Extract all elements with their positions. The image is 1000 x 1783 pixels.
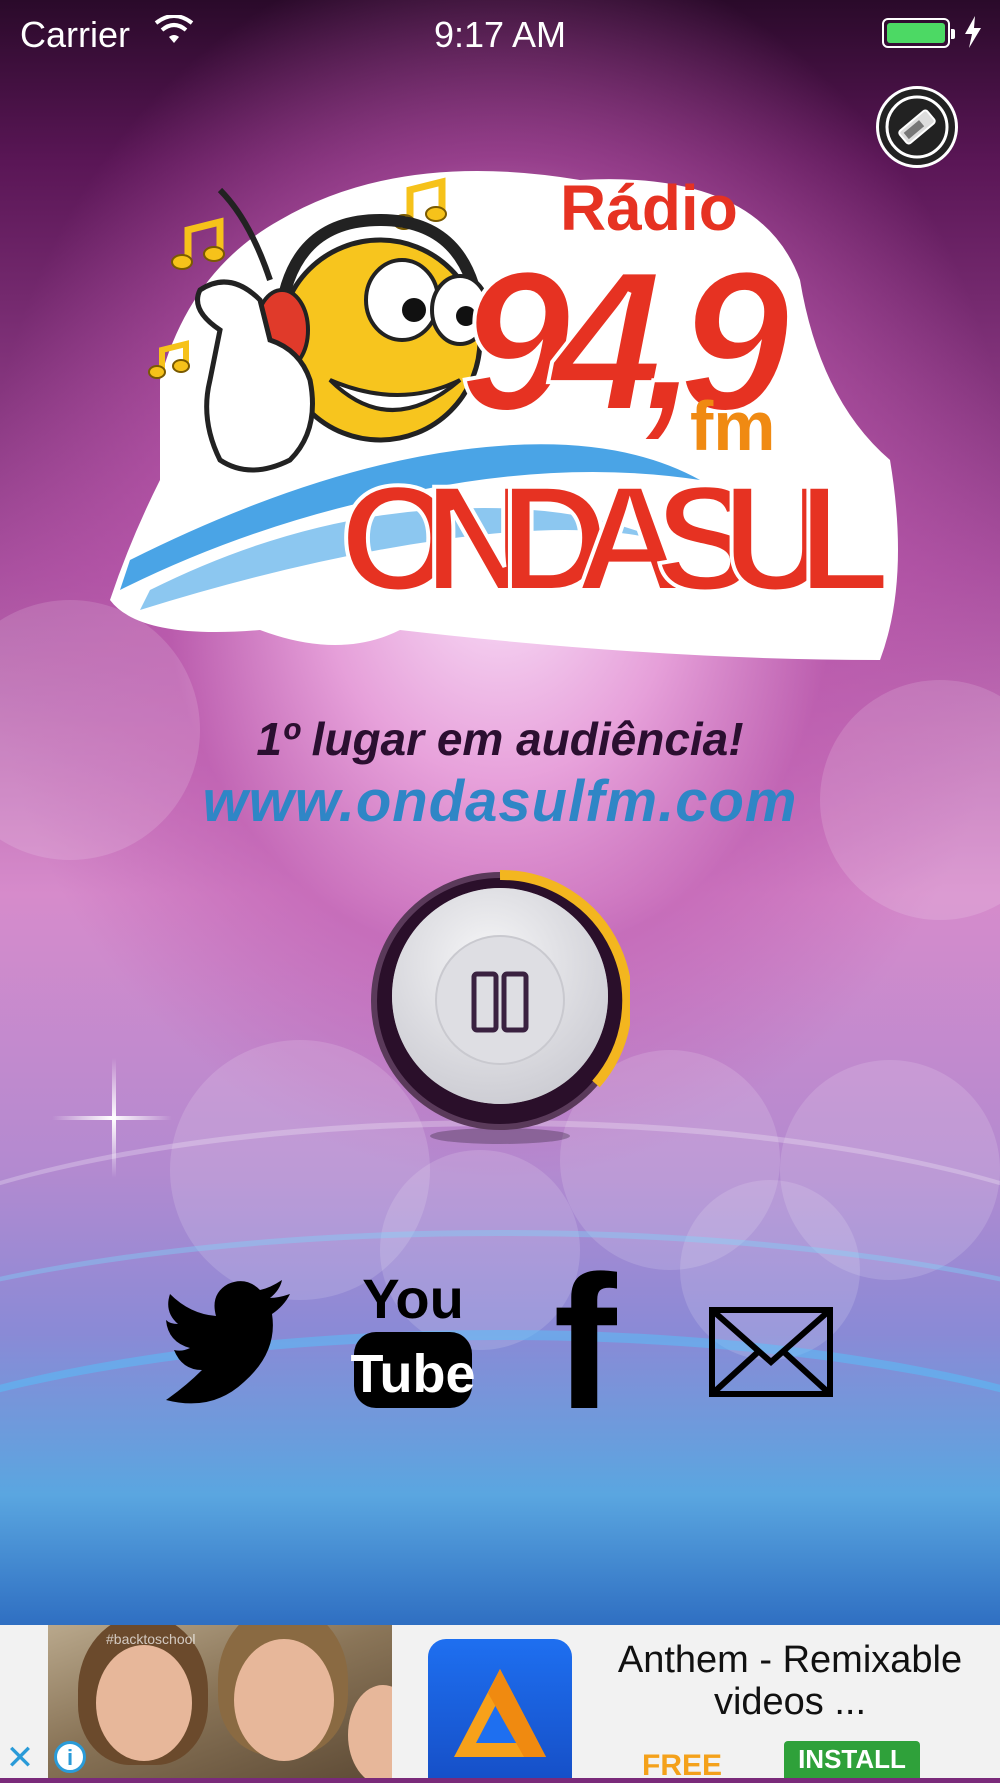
ad-photo: #backtoschool bbox=[48, 1625, 392, 1778]
facebook-button[interactable]: f bbox=[548, 1237, 622, 1449]
battery-icon bbox=[882, 18, 955, 48]
ad-app-icon bbox=[428, 1639, 572, 1778]
ad-close-icon[interactable]: ✕ bbox=[0, 1739, 40, 1778]
play-pause-button[interactable] bbox=[370, 866, 633, 1146]
envelope-icon bbox=[709, 1307, 833, 1397]
station-name: ONDA SUL bbox=[340, 454, 890, 622]
station-logo: Rádio 94,9 fm ONDA SUL bbox=[100, 160, 910, 690]
clock: 9:17 AM bbox=[433, 14, 567, 55]
email-button[interactable] bbox=[708, 1262, 834, 1412]
radio-device-button[interactable] bbox=[876, 86, 958, 168]
radio-device-icon bbox=[885, 95, 949, 159]
tagline: 1º lugar em audiência! bbox=[256, 713, 744, 765]
ad-app-title: Anthem - Remixable videos ... bbox=[617, 1639, 963, 1723]
status-bar: Carrier 9:17 AM bbox=[0, 0, 1000, 66]
youtube-icon: You Tube bbox=[351, 1267, 476, 1408]
facebook-icon: f bbox=[553, 1237, 617, 1449]
svg-text:f: f bbox=[553, 1262, 617, 1412]
ad-info-icon[interactable]: i bbox=[54, 1741, 86, 1773]
charging-bolt-icon bbox=[962, 14, 984, 59]
svg-text:You: You bbox=[362, 1267, 464, 1330]
svg-text:Tube: Tube bbox=[351, 1344, 476, 1404]
ad-banner[interactable]: #backtoschool ✕ i Anthem - Remixable vid… bbox=[0, 1625, 1000, 1782]
website-link[interactable]: www.ondasulfm.com bbox=[0, 768, 1000, 835]
youtube-button[interactable]: You Tube bbox=[350, 1262, 476, 1412]
ad-install-button[interactable]: INSTALL bbox=[784, 1741, 920, 1778]
twitter-bird-icon bbox=[166, 1280, 290, 1404]
twitter-button[interactable] bbox=[162, 1262, 292, 1412]
